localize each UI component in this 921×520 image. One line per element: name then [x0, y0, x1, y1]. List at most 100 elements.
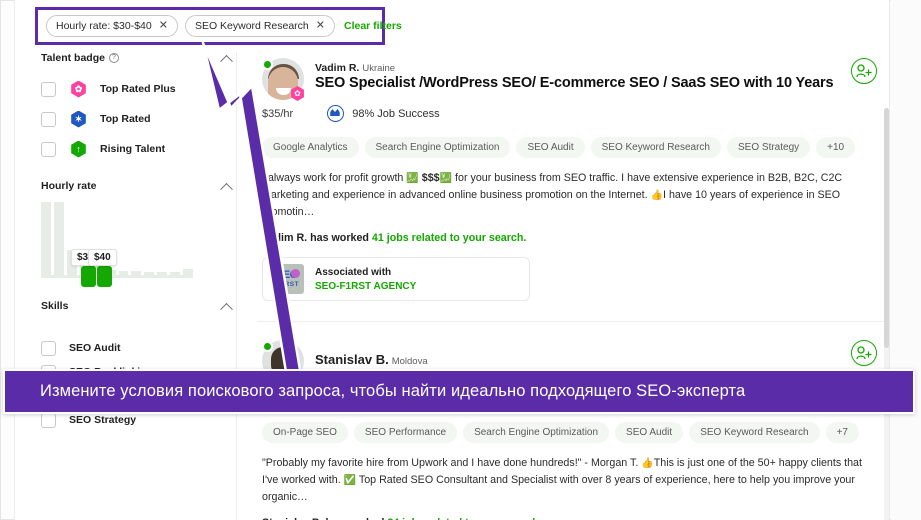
hourly-rate-header[interactable]: Hourly rate	[41, 180, 236, 196]
filter-option-label: Top Rated Plus	[100, 83, 176, 95]
histogram-bars	[41, 198, 194, 276]
filter-option-label: Top Rated	[100, 113, 151, 125]
filter-chip-label: Hourly rate: $30-$40	[56, 20, 152, 32]
skill-tag[interactable]: SEO Performance	[353, 422, 458, 443]
filter-chip-hourly-rate[interactable]: Hourly rate: $30-$40 ✕	[46, 15, 178, 37]
hourly-rate-histogram: $30 $40	[41, 198, 209, 290]
hourly-rate-value: $35/hr	[262, 107, 294, 120]
scrollbar-thumb[interactable]	[884, 108, 889, 348]
freelancer-description: I always work for profit growth 💹 $$$💹 f…	[262, 170, 870, 220]
close-icon[interactable]: ✕	[316, 20, 325, 31]
freelancer-description: "Probably my favorite hire from Upwork a…	[262, 455, 870, 505]
freelancer-results-list: ✿ Vadim R. Ukraine SEO Specialist /WordPr…	[257, 52, 891, 520]
agency-name-link[interactable]: SEO-F1RST AGENCY	[315, 281, 416, 292]
jobs-related-count: 41 jobs related to your search.	[371, 232, 527, 244]
filter-chip-seo-keyword-research[interactable]: SEO Keyword Research ✕	[184, 15, 335, 37]
invite-person-icon[interactable]	[851, 58, 877, 84]
money-emoji: 💹	[439, 173, 453, 184]
skill-tag[interactable]: SEO Audit	[516, 137, 585, 158]
rising-talent-badge: ↑	[70, 140, 87, 158]
online-status-dot	[262, 59, 273, 70]
top-rated-badge: ✶	[70, 110, 87, 128]
checkbox-rising-talent[interactable]	[41, 141, 56, 157]
skill-tag[interactable]: On-Page SEO	[262, 422, 348, 443]
money-emoji: 💹	[406, 173, 419, 184]
skill-tag[interactable]: +10	[816, 137, 856, 158]
skills-title: Skills	[41, 300, 69, 312]
talent-badge-header[interactable]: Talent badge ?	[41, 52, 236, 68]
clear-filters-link[interactable]: Clear filters	[344, 20, 402, 32]
filters-sidebar: Talent badge ? ✿ Top Rated Plus ✶ Top Ra…	[15, 52, 237, 520]
freelancer-location: Ukraine	[362, 63, 396, 74]
online-status-dot	[262, 341, 273, 352]
skill-tag-list: Google Analytics Search Engine Optimizati…	[262, 137, 891, 158]
annotation-banner-text: Измените условия поискового запроса, что…	[40, 382, 746, 400]
associated-agency-card[interactable]: SEO F1RST Associated with SEO-F1RST AGEN…	[262, 257, 530, 301]
freelancer-title[interactable]: SEO Specialist /WordPress SEO/ E-commerc…	[315, 75, 891, 91]
skill-filter-option[interactable]: SEO Audit	[41, 336, 236, 360]
histogram-bar	[41, 201, 51, 276]
histogram-bar	[53, 201, 64, 276]
avatar[interactable]: ✿	[262, 58, 305, 101]
filter-option-top-rated-plus[interactable]: ✿ Top Rated Plus	[41, 74, 236, 104]
freelancer-card[interactable]: Stanislav B. Moldova On-Page SEO SEO Perfo…	[257, 321, 891, 520]
skills-header[interactable]: Skills	[41, 300, 236, 316]
thumbs-up-emoji: 👍	[641, 458, 654, 469]
top-rated-plus-badge: ✿	[70, 80, 87, 98]
freelancer-location: Moldova	[391, 356, 428, 367]
question-mark-icon[interactable]: ?	[108, 53, 119, 63]
filter-group-hourly-rate: Hourly rate $30 $40	[41, 180, 236, 290]
skill-tag[interactable]: SEO Keyword Research	[689, 422, 820, 443]
hourly-rate-slider-max-handle[interactable]	[97, 266, 112, 287]
checkbox-top-rated[interactable]	[41, 111, 56, 127]
chevron-up-icon[interactable]	[220, 54, 233, 68]
skill-tag[interactable]: SEO Strategy	[727, 137, 811, 158]
filter-group-talent-badge: Talent badge ? ✿ Top Rated Plus ✶ Top Ra…	[41, 52, 236, 164]
top-rated-plus-badge: ✿	[290, 86, 305, 101]
freelancer-name-line: Stanislav B. Moldova	[315, 352, 891, 367]
filter-option-label: Rising Talent	[100, 143, 166, 155]
skill-tag[interactable]: SEO Audit	[615, 422, 684, 443]
skill-filter-label: SEO Audit	[69, 342, 121, 354]
description-text: I always work for profit growth	[262, 172, 407, 184]
agency-logo-text-2: F1RST	[276, 281, 300, 288]
jobs-related-prefix: Vadim R. has worked	[262, 232, 372, 244]
active-filters-bar: Hourly rate: $30-$40 ✕ SEO Keyword Resea…	[35, 7, 402, 45]
close-icon[interactable]: ✕	[159, 20, 168, 31]
annotation-banner: Измените условия поискового запроса, что…	[3, 369, 915, 414]
skill-tag-list: On-Page SEO SEO Performance Search Engine …	[262, 422, 891, 443]
associated-with-label: Associated with	[315, 266, 392, 278]
skill-tag[interactable]: Search Engine Optimization	[463, 422, 610, 443]
checkbox-skill[interactable]	[41, 340, 56, 356]
chevron-up-icon[interactable]	[220, 302, 233, 316]
filter-option-rising-talent[interactable]: ↑ Rising Talent	[41, 134, 236, 164]
filter-option-top-rated[interactable]: ✶ Top Rated	[41, 104, 236, 134]
skill-tag[interactable]: Search Engine Optimization	[364, 137, 511, 158]
freelancer-stats-row: $35/hr 98% Job Success	[262, 105, 891, 122]
hourly-rate-max-label: $40	[88, 249, 117, 266]
thumbs-up-emoji: 👍	[650, 190, 664, 201]
checkbox-top-rated-plus[interactable]	[41, 81, 56, 97]
skill-tag[interactable]: Google Analytics	[262, 137, 359, 158]
freelancer-card[interactable]: ✿ Vadim R. Ukraine SEO Specialist /WordPr…	[257, 52, 891, 301]
skill-tag[interactable]: SEO Keyword Research	[590, 137, 721, 158]
job-success-group: 98% Job Success	[327, 105, 440, 122]
job-success-badge	[327, 105, 345, 122]
invite-person-icon[interactable]	[851, 340, 877, 366]
description-money: $$$	[421, 172, 440, 184]
check-mark-emoji: ✅	[343, 475, 357, 486]
filter-chip-label: SEO Keyword Research	[194, 20, 309, 32]
freelancer-name[interactable]: Stanislav B.	[315, 352, 389, 367]
freelancer-name-line: Vadim R. Ukraine	[315, 62, 891, 74]
agency-logo: SEO F1RST	[274, 264, 304, 294]
talent-badge-title: Talent badge	[41, 52, 105, 64]
hourly-rate-title: Hourly rate	[41, 180, 97, 192]
skill-filter-label: SEO Strategy	[69, 414, 137, 426]
chevron-up-icon[interactable]	[220, 182, 233, 196]
skill-tag[interactable]: +7	[825, 422, 859, 443]
checkbox-skill[interactable]	[41, 412, 56, 428]
job-success-label: 98% Job Success	[352, 107, 440, 120]
hourly-rate-slider-min-handle[interactable]	[81, 266, 96, 287]
right-gutter	[891, 0, 921, 520]
freelancer-name[interactable]: Vadim R.	[315, 62, 359, 74]
